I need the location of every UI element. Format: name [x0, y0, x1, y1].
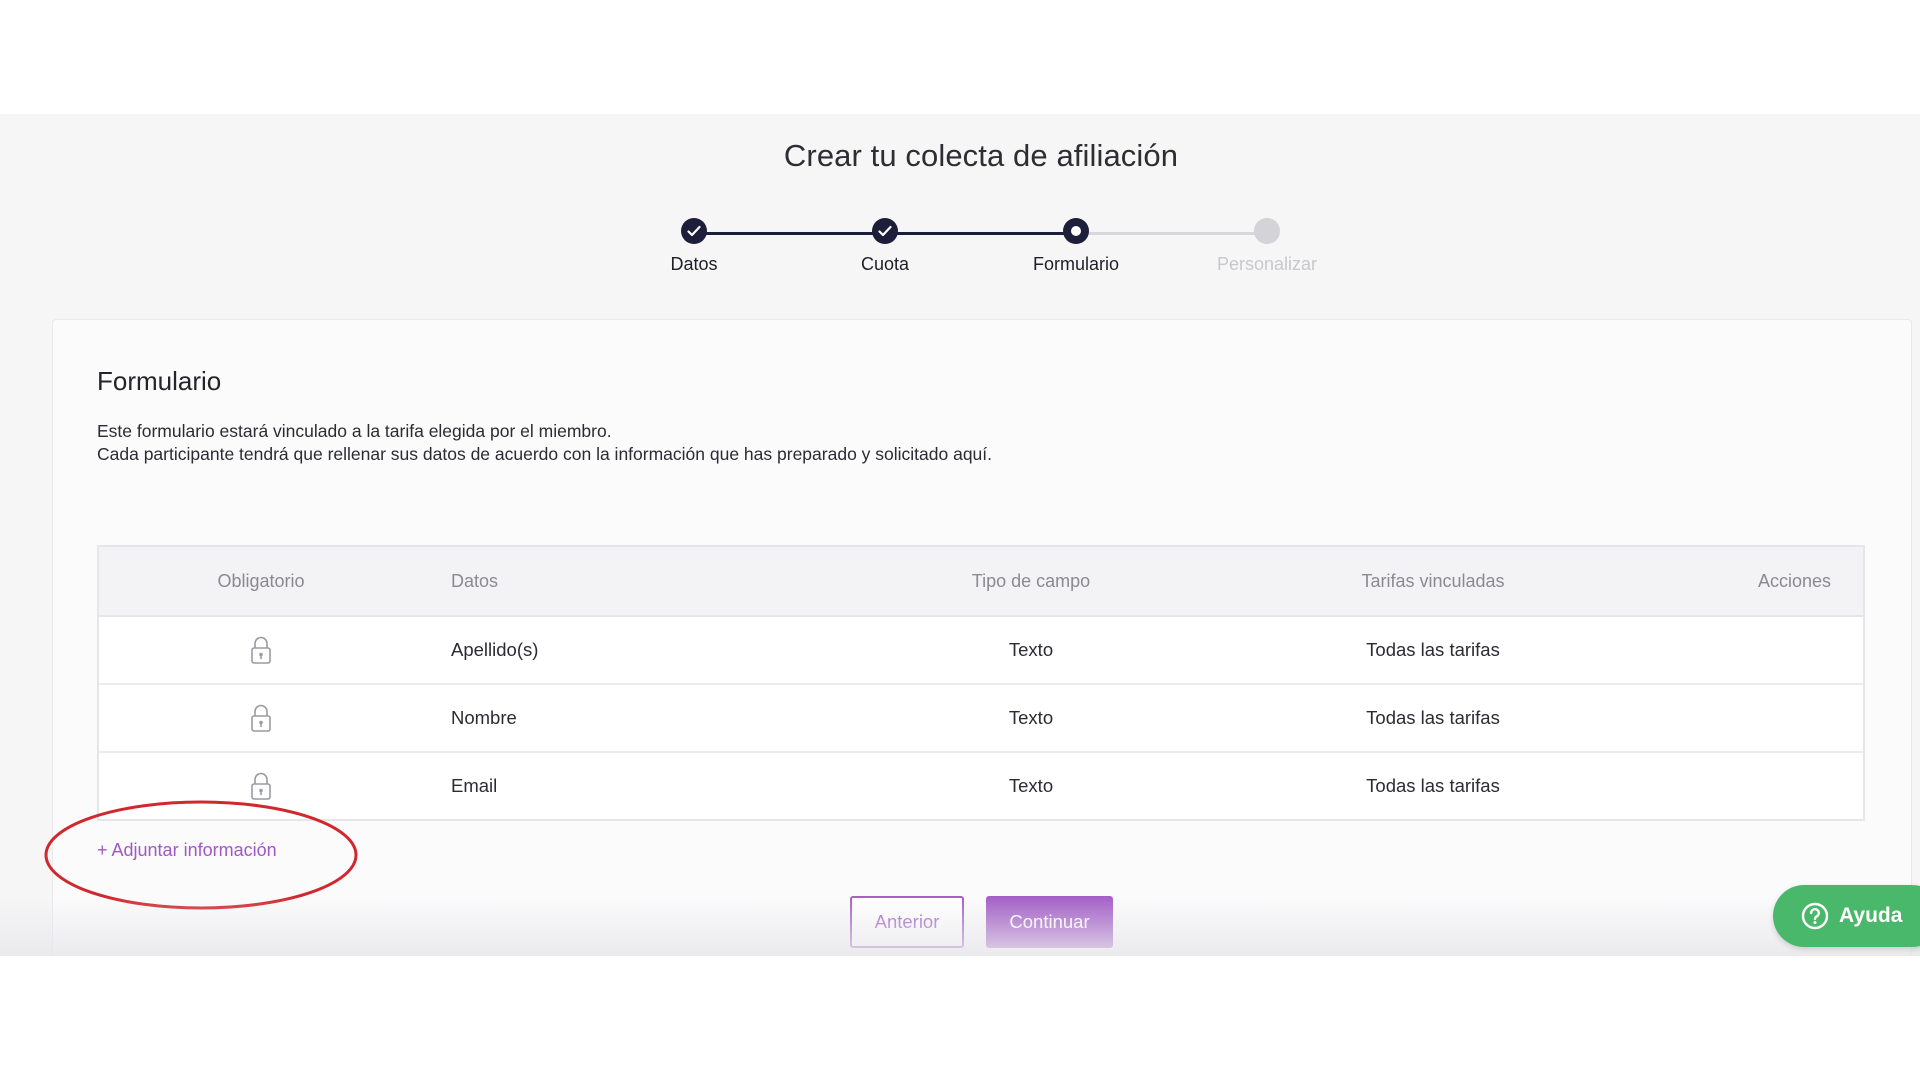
lock-icon — [251, 636, 271, 664]
question-circle-icon — [1801, 902, 1829, 930]
page-title: Crear tu colecta de afiliación — [783, 138, 1179, 173]
main-screen: Crear tu colecta de afiliación Datos Cuo… — [0, 114, 1920, 956]
help-label: Ayuda — [1839, 904, 1903, 927]
step-cuota[interactable]: Cuota — [785, 218, 985, 275]
cell-datos: Email — [451, 775, 498, 796]
header-obligatorio: Obligatorio — [217, 570, 305, 591]
cell-tipo: Texto — [1008, 639, 1054, 660]
required-cell — [99, 753, 423, 819]
cell-tarifas: Todas las tarifas — [1366, 707, 1500, 728]
header-datos: Datos — [451, 570, 499, 591]
table-header: Obligatorio Datos Tipo de campo Tarifas … — [99, 547, 1863, 617]
lock-icon — [251, 704, 271, 732]
required-cell — [99, 617, 423, 683]
pending-step-dot-icon — [1254, 218, 1280, 244]
previous-button[interactable]: Anterior — [850, 896, 964, 948]
table-row: Nombre Texto Todas las tarifas — [99, 685, 1863, 753]
step-datos[interactable]: Datos — [594, 218, 794, 275]
lock-icon — [251, 772, 271, 800]
step-label: Cuota — [860, 254, 910, 274]
section-description: Este formulario estará vinculado a la ta… — [97, 420, 992, 466]
cell-datos: Nombre — [451, 707, 517, 728]
header-tarifas-vinculadas: Tarifas vinculadas — [1361, 570, 1505, 591]
step-label: Personalizar — [1216, 254, 1318, 274]
table-row: Email Texto Todas las tarifas — [99, 753, 1863, 819]
cell-datos: Apellido(s) — [451, 639, 539, 660]
check-icon — [872, 218, 898, 244]
continue-button[interactable]: Continuar — [986, 896, 1113, 948]
step-formulario: Formulario — [976, 218, 1176, 275]
step-label: Formulario — [1032, 254, 1120, 274]
form-card: Formulario Este formulario estará vincul… — [44, 319, 1912, 956]
cell-tipo: Texto — [1008, 707, 1054, 728]
current-step-dot-icon — [1063, 218, 1089, 244]
description-line: Cada participante tendrá que rellenar su… — [97, 444, 993, 464]
check-icon — [681, 218, 707, 244]
header-tipo-de-campo: Tipo de campo — [971, 570, 1091, 591]
section-title: Formulario — [97, 366, 222, 396]
add-information-link[interactable]: + Adjuntar información — [97, 840, 277, 861]
help-button[interactable]: Ayuda — [1773, 885, 1920, 947]
step-personalizar: Personalizar — [1167, 218, 1367, 275]
cell-tarifas: Todas las tarifas — [1366, 639, 1500, 660]
header-acciones: Acciones — [1757, 570, 1831, 591]
description-line: Este formulario estará vinculado a la ta… — [97, 421, 612, 441]
step-label: Datos — [670, 254, 718, 274]
fields-table: Obligatorio Datos Tipo de campo Tarifas … — [97, 545, 1865, 821]
cell-tipo: Texto — [1008, 775, 1054, 796]
required-cell — [99, 685, 423, 751]
cell-tarifas: Todas las tarifas — [1366, 775, 1500, 796]
table-row: Apellido(s) Texto Todas las tarifas — [99, 617, 1863, 685]
